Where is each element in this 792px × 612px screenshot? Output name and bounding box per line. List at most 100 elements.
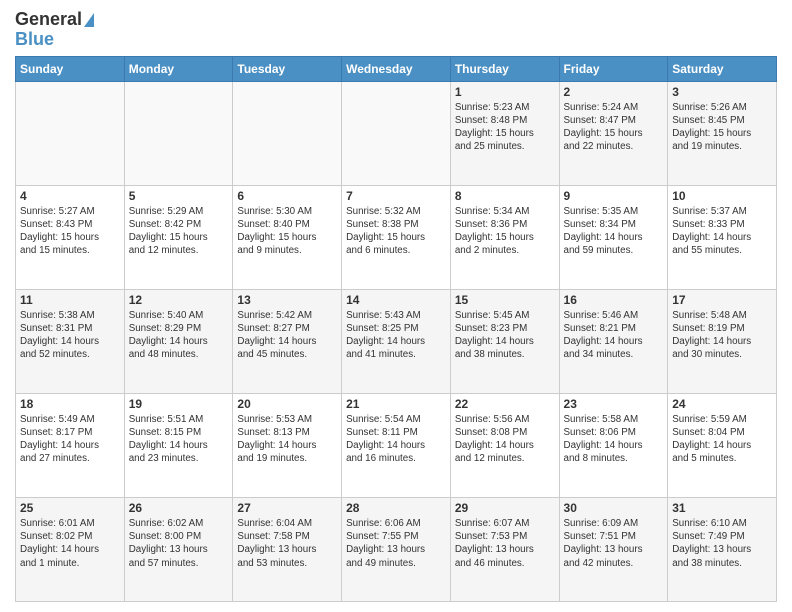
day-info: Sunrise: 5:42 AM Sunset: 8:27 PM Dayligh… xyxy=(237,309,337,362)
logo-line2: Blue xyxy=(15,30,54,50)
day-info: Sunrise: 5:24 AM Sunset: 8:47 PM Dayligh… xyxy=(564,101,664,154)
calendar-cell: 1 Sunrise: 5:23 AM Sunset: 8:48 PM Daylig… xyxy=(450,81,559,185)
calendar-cell: 7 Sunrise: 5:32 AM Sunset: 8:38 PM Daylig… xyxy=(342,185,451,289)
day-info: Sunrise: 6:01 AM Sunset: 8:02 PM Dayligh… xyxy=(20,517,120,570)
calendar-cell: 5 Sunrise: 5:29 AM Sunset: 8:42 PM Daylig… xyxy=(124,185,233,289)
calendar-cell: 10 Sunrise: 5:37 AM Sunset: 8:33 PM Dayli… xyxy=(668,185,777,289)
day-info: Sunrise: 5:59 AM Sunset: 8:04 PM Dayligh… xyxy=(672,413,772,466)
calendar: SundayMondayTuesdayWednesdayThursdayFrid… xyxy=(15,56,777,602)
day-info: Sunrise: 6:09 AM Sunset: 7:51 PM Dayligh… xyxy=(564,517,664,570)
day-info: Sunrise: 6:04 AM Sunset: 7:58 PM Dayligh… xyxy=(237,517,337,570)
day-info: Sunrise: 5:26 AM Sunset: 8:45 PM Dayligh… xyxy=(672,101,772,154)
calendar-cell: 9 Sunrise: 5:35 AM Sunset: 8:34 PM Daylig… xyxy=(559,185,668,289)
day-number: 19 xyxy=(129,397,229,411)
calendar-week-row: 25 Sunrise: 6:01 AM Sunset: 8:02 PM Dayli… xyxy=(16,497,777,601)
day-info: Sunrise: 5:32 AM Sunset: 8:38 PM Dayligh… xyxy=(346,205,446,258)
calendar-cell: 22 Sunrise: 5:56 AM Sunset: 8:08 PM Dayli… xyxy=(450,393,559,497)
calendar-cell: 26 Sunrise: 6:02 AM Sunset: 8:00 PM Dayli… xyxy=(124,497,233,601)
day-number: 9 xyxy=(564,189,664,203)
day-number: 8 xyxy=(455,189,555,203)
calendar-cell: 14 Sunrise: 5:43 AM Sunset: 8:25 PM Dayli… xyxy=(342,289,451,393)
day-of-week-header: Friday xyxy=(559,56,668,81)
day-number: 12 xyxy=(129,293,229,307)
day-info: Sunrise: 5:43 AM Sunset: 8:25 PM Dayligh… xyxy=(346,309,446,362)
calendar-cell: 16Sunrise: 5:46 AM Sunset: 8:21 PM Dayli… xyxy=(559,289,668,393)
day-info: Sunrise: 5:23 AM Sunset: 8:48 PM Dayligh… xyxy=(455,101,555,154)
calendar-cell: 13 Sunrise: 5:42 AM Sunset: 8:27 PM Dayli… xyxy=(233,289,342,393)
day-number: 26 xyxy=(129,501,229,515)
day-of-week-header: Wednesday xyxy=(342,56,451,81)
day-number: 29 xyxy=(455,501,555,515)
day-number: 7 xyxy=(346,189,446,203)
day-number: 22 xyxy=(455,397,555,411)
day-number: 17 xyxy=(672,293,772,307)
day-info: Sunrise: 5:27 AM Sunset: 8:43 PM Dayligh… xyxy=(20,205,120,258)
day-number: 25 xyxy=(20,501,120,515)
calendar-cell: 18 Sunrise: 5:49 AM Sunset: 8:17 PM Dayli… xyxy=(16,393,125,497)
day-number: 2 xyxy=(564,85,664,99)
day-number: 20 xyxy=(237,397,337,411)
day-of-week-header: Thursday xyxy=(450,56,559,81)
calendar-cell xyxy=(342,81,451,185)
day-number: 23 xyxy=(564,397,664,411)
calendar-cell: 21Sunrise: 5:54 AM Sunset: 8:11 PM Dayli… xyxy=(342,393,451,497)
day-info: Sunrise: 6:06 AM Sunset: 7:55 PM Dayligh… xyxy=(346,517,446,570)
logo-line1: General xyxy=(15,10,94,30)
day-of-week-header: Monday xyxy=(124,56,233,81)
day-number: 15 xyxy=(455,293,555,307)
calendar-cell: 20 Sunrise: 5:53 AM Sunset: 8:13 PM Dayli… xyxy=(233,393,342,497)
day-number: 10 xyxy=(672,189,772,203)
calendar-table: SundayMondayTuesdayWednesdayThursdayFrid… xyxy=(15,56,777,602)
header: General Blue xyxy=(15,10,777,50)
day-info: Sunrise: 5:29 AM Sunset: 8:42 PM Dayligh… xyxy=(129,205,229,258)
calendar-cell: 4Sunrise: 5:27 AM Sunset: 8:43 PM Daylig… xyxy=(16,185,125,289)
logo-arrow-icon xyxy=(84,13,94,27)
page: General Blue SundayMondayTuesdayWednesda… xyxy=(0,0,792,612)
logo-text-general: General xyxy=(15,10,82,30)
day-number: 3 xyxy=(672,85,772,99)
day-info: Sunrise: 5:30 AM Sunset: 8:40 PM Dayligh… xyxy=(237,205,337,258)
logo: General Blue xyxy=(15,10,94,50)
calendar-week-row: 1 Sunrise: 5:23 AM Sunset: 8:48 PM Daylig… xyxy=(16,81,777,185)
calendar-cell: 27 Sunrise: 6:04 AM Sunset: 7:58 PM Dayli… xyxy=(233,497,342,601)
day-number: 1 xyxy=(455,85,555,99)
calendar-week-row: 4Sunrise: 5:27 AM Sunset: 8:43 PM Daylig… xyxy=(16,185,777,289)
day-info: Sunrise: 5:40 AM Sunset: 8:29 PM Dayligh… xyxy=(129,309,229,362)
day-number: 28 xyxy=(346,501,446,515)
day-info: Sunrise: 5:48 AM Sunset: 8:19 PM Dayligh… xyxy=(672,309,772,362)
day-info: Sunrise: 5:53 AM Sunset: 8:13 PM Dayligh… xyxy=(237,413,337,466)
day-number: 11 xyxy=(20,293,120,307)
calendar-cell: 3 Sunrise: 5:26 AM Sunset: 8:45 PM Daylig… xyxy=(668,81,777,185)
day-number: 16 xyxy=(564,293,664,307)
calendar-cell xyxy=(124,81,233,185)
day-info: Sunrise: 6:02 AM Sunset: 8:00 PM Dayligh… xyxy=(129,517,229,570)
calendar-cell: 29 Sunrise: 6:07 AM Sunset: 7:53 PM Dayli… xyxy=(450,497,559,601)
day-number: 13 xyxy=(237,293,337,307)
calendar-week-row: 18 Sunrise: 5:49 AM Sunset: 8:17 PM Dayli… xyxy=(16,393,777,497)
day-number: 14 xyxy=(346,293,446,307)
day-info: Sunrise: 5:51 AM Sunset: 8:15 PM Dayligh… xyxy=(129,413,229,466)
day-number: 24 xyxy=(672,397,772,411)
day-info: Sunrise: 6:10 AM Sunset: 7:49 PM Dayligh… xyxy=(672,517,772,570)
calendar-week-row: 11Sunrise: 5:38 AM Sunset: 8:31 PM Dayli… xyxy=(16,289,777,393)
day-info: Sunrise: 5:34 AM Sunset: 8:36 PM Dayligh… xyxy=(455,205,555,258)
day-info: Sunrise: 5:58 AM Sunset: 8:06 PM Dayligh… xyxy=(564,413,664,466)
day-of-week-header: Tuesday xyxy=(233,56,342,81)
day-info: Sunrise: 6:07 AM Sunset: 7:53 PM Dayligh… xyxy=(455,517,555,570)
day-info: Sunrise: 5:37 AM Sunset: 8:33 PM Dayligh… xyxy=(672,205,772,258)
day-info: Sunrise: 5:56 AM Sunset: 8:08 PM Dayligh… xyxy=(455,413,555,466)
day-info: Sunrise: 5:35 AM Sunset: 8:34 PM Dayligh… xyxy=(564,205,664,258)
day-of-week-header: Sunday xyxy=(16,56,125,81)
day-number: 5 xyxy=(129,189,229,203)
day-number: 27 xyxy=(237,501,337,515)
day-number: 30 xyxy=(564,501,664,515)
day-info: Sunrise: 5:45 AM Sunset: 8:23 PM Dayligh… xyxy=(455,309,555,362)
day-number: 6 xyxy=(237,189,337,203)
calendar-cell: 25 Sunrise: 6:01 AM Sunset: 8:02 PM Dayli… xyxy=(16,497,125,601)
day-number: 18 xyxy=(20,397,120,411)
calendar-cell: 11Sunrise: 5:38 AM Sunset: 8:31 PM Dayli… xyxy=(16,289,125,393)
day-number: 31 xyxy=(672,501,772,515)
logo-text-blue: Blue xyxy=(15,30,54,50)
calendar-cell: 23 Sunrise: 5:58 AM Sunset: 8:06 PM Dayli… xyxy=(559,393,668,497)
day-info: Sunrise: 5:49 AM Sunset: 8:17 PM Dayligh… xyxy=(20,413,120,466)
